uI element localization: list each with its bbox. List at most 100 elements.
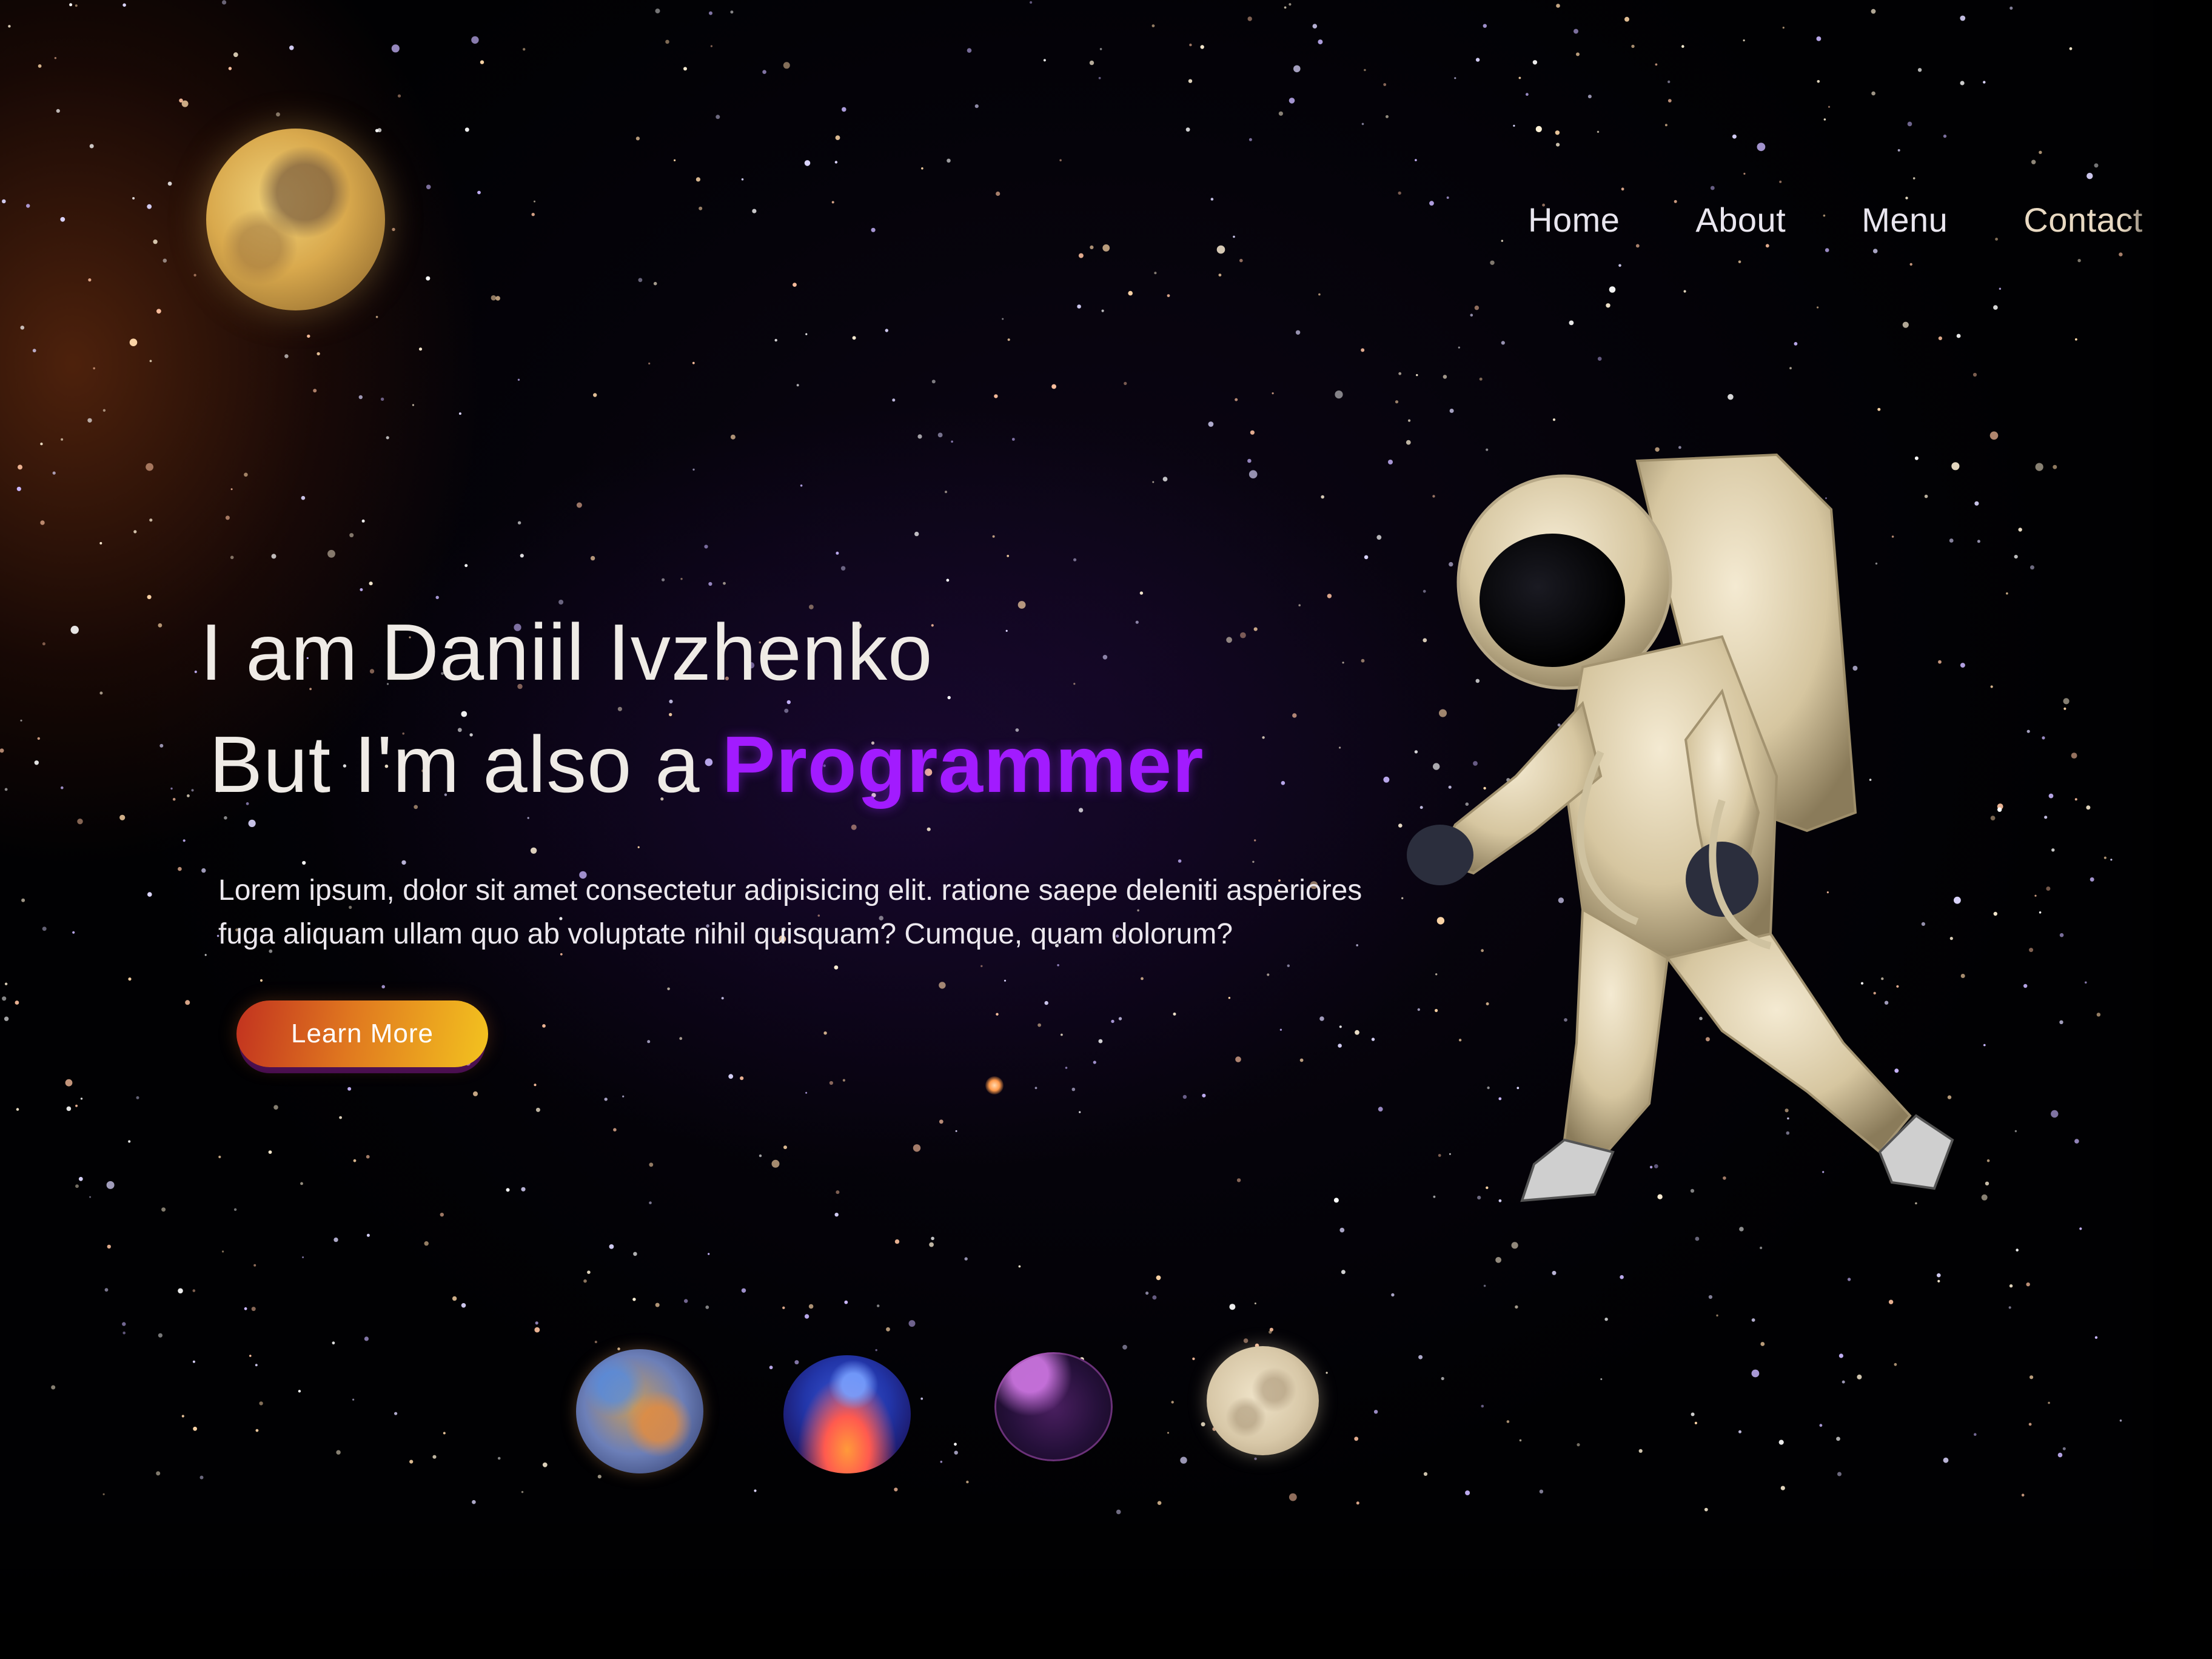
star	[1483, 1284, 1486, 1287]
star	[37, 737, 40, 740]
star	[2029, 1375, 2034, 1379]
star	[1017, 601, 1026, 609]
star	[218, 1155, 221, 1159]
nav-about-link[interactable]: About	[1695, 200, 1786, 240]
star	[1606, 303, 1610, 308]
star	[931, 380, 936, 384]
star	[307, 334, 310, 338]
star	[271, 554, 276, 559]
star	[42, 642, 45, 646]
star	[834, 1213, 839, 1217]
star	[684, 1299, 688, 1303]
star	[842, 1079, 845, 1082]
star	[170, 787, 173, 790]
star	[704, 545, 708, 549]
star	[1216, 245, 1225, 254]
star	[352, 1398, 355, 1401]
star	[1079, 1111, 1081, 1113]
star	[1061, 1033, 1063, 1036]
star	[1695, 1236, 1700, 1241]
star	[633, 1252, 637, 1256]
star	[397, 94, 401, 98]
star	[70, 626, 79, 634]
star	[794, 1360, 799, 1365]
star	[191, 789, 194, 792]
star	[2026, 1282, 2030, 1287]
star	[1743, 172, 1746, 175]
star	[1943, 134, 1947, 138]
star	[1999, 287, 2002, 290]
star	[762, 70, 766, 74]
star	[1011, 438, 1015, 441]
star	[102, 1493, 105, 1495]
star	[1218, 273, 1222, 276]
star	[2, 199, 6, 204]
star	[146, 463, 154, 471]
star	[1907, 121, 1912, 127]
star	[1857, 1374, 1862, 1379]
star	[1339, 1025, 1342, 1028]
star	[233, 52, 238, 58]
star	[284, 354, 289, 358]
star	[1894, 1362, 1897, 1366]
star	[147, 204, 152, 209]
nav-menu-link[interactable]: Menu	[1862, 200, 1948, 240]
planet-purple-icon[interactable]	[994, 1352, 1113, 1461]
star	[752, 209, 757, 213]
star	[1252, 860, 1255, 863]
star	[1319, 1016, 1324, 1021]
planet-blue-orange-icon[interactable]	[783, 1355, 911, 1473]
star	[339, 1116, 342, 1119]
star	[506, 1188, 510, 1192]
star	[1180, 1456, 1187, 1464]
star	[480, 60, 484, 64]
star	[1728, 394, 1734, 400]
star	[649, 1201, 652, 1204]
star	[710, 45, 712, 47]
star	[835, 135, 840, 141]
hero-subtitle: But I'm also a Programmer	[209, 719, 1204, 810]
star	[2085, 981, 2087, 984]
star	[222, 1250, 224, 1253]
star	[1102, 244, 1110, 252]
star	[60, 216, 65, 222]
star	[1342, 662, 1344, 664]
star	[1339, 1227, 1345, 1233]
star	[497, 1456, 501, 1460]
star	[535, 1321, 538, 1325]
planet-mercury-icon[interactable]	[576, 1349, 703, 1473]
star	[4, 982, 8, 985]
star	[1416, 374, 1418, 377]
star	[20, 326, 25, 330]
learn-more-button[interactable]: Learn More	[236, 1000, 488, 1067]
star	[840, 566, 846, 571]
star	[1293, 65, 1301, 73]
star	[730, 10, 734, 14]
star	[1960, 15, 1966, 21]
star	[1937, 1279, 1940, 1282]
star	[1030, 1, 1033, 4]
star	[782, 1306, 785, 1309]
star	[1145, 1292, 1149, 1295]
planet-moon-icon[interactable]	[1207, 1346, 1319, 1455]
star	[836, 551, 839, 555]
star	[521, 1490, 524, 1493]
star	[1185, 127, 1190, 132]
star	[534, 1327, 540, 1333]
star	[692, 361, 695, 364]
star	[1817, 306, 1819, 309]
nav-home-link[interactable]: Home	[1528, 200, 1620, 240]
star	[1872, 249, 1878, 253]
star	[674, 159, 676, 161]
star	[980, 965, 983, 968]
star	[992, 535, 995, 538]
star	[996, 1013, 999, 1016]
star	[728, 1074, 734, 1079]
star	[2030, 565, 2034, 570]
star	[327, 549, 335, 558]
star	[461, 711, 468, 717]
star	[805, 1091, 808, 1094]
star	[147, 892, 152, 897]
star	[708, 1253, 710, 1255]
star	[1960, 81, 1965, 85]
